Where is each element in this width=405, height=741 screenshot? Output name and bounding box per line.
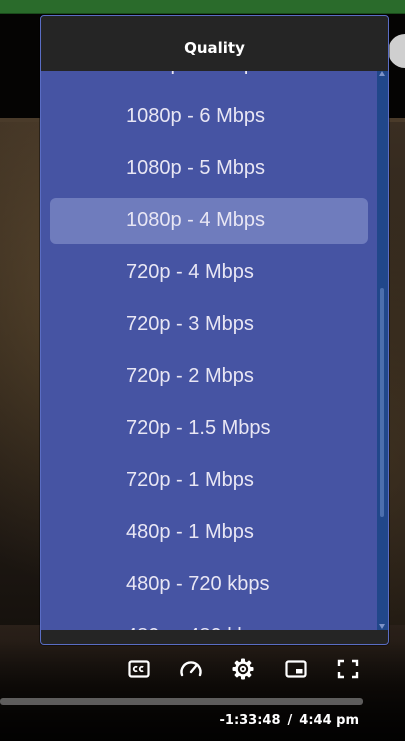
quality-option[interactable]: 720p - 4 Mbps xyxy=(41,246,377,298)
quality-option-label: 1080p - 6 Mbps xyxy=(126,104,265,127)
time-remaining: -1:33:48 xyxy=(219,713,281,728)
scroll-down-arrow-icon[interactable] xyxy=(379,624,385,629)
quality-menu: Quality 1080p - 6 Mbps 1080p - 6 Mbps 10… xyxy=(40,15,389,645)
quality-menu-footer xyxy=(41,630,388,644)
quality-option-label: 480p - 720 kbps xyxy=(126,572,270,595)
quality-option[interactable]: 1080p - 5 Mbps xyxy=(41,142,377,194)
picture-in-picture-icon xyxy=(285,660,307,678)
clock-time: 4:44 pm xyxy=(299,713,359,728)
picture-in-picture-button[interactable] xyxy=(283,658,309,680)
scrollbar-thumb[interactable] xyxy=(380,288,384,517)
quality-option-label: 720p - 3 Mbps xyxy=(126,312,254,335)
quality-option-label: 1080p - 4 Mbps xyxy=(126,208,265,231)
quality-menu-header: Quality xyxy=(41,16,388,71)
player-controls xyxy=(0,650,405,690)
quality-option-label: 480p - 1 Mbps xyxy=(126,520,254,543)
quality-option[interactable]: 720p - 1.5 Mbps xyxy=(41,402,377,454)
quality-option[interactable]: 480p - 720 kbps xyxy=(41,558,377,610)
quality-option-label: 720p - 4 Mbps xyxy=(126,260,254,283)
quality-option-label: 1080p - 5 Mbps xyxy=(126,156,265,179)
browser-top-bar xyxy=(0,0,405,14)
quality-option-label: 720p - 2 Mbps xyxy=(126,364,254,387)
playback-speed-icon xyxy=(180,661,202,677)
scroll-up-arrow-icon[interactable] xyxy=(379,71,385,76)
quality-scrollbar[interactable] xyxy=(377,71,388,632)
quality-option[interactable]: 720p - 2 Mbps xyxy=(41,350,377,402)
quality-option[interactable]: 480p - 1 Mbps xyxy=(41,506,377,558)
quality-menu-title: Quality xyxy=(184,39,245,57)
quality-option[interactable]: 1080p - 6 Mbps xyxy=(41,90,377,142)
quality-option-selected[interactable]: 1080p - 4 Mbps xyxy=(41,194,377,246)
settings-gear-icon xyxy=(232,658,254,680)
playback-speed-button[interactable] xyxy=(178,658,204,680)
closed-captions-icon xyxy=(128,660,150,678)
quality-option[interactable]: 720p - 3 Mbps xyxy=(41,298,377,350)
time-separator: / xyxy=(287,713,293,728)
quality-list: 1080p - 6 Mbps 1080p - 6 Mbps 1080p - 5 … xyxy=(41,38,377,644)
fullscreen-button[interactable] xyxy=(335,658,361,680)
seek-bar[interactable] xyxy=(0,698,363,705)
settings-button[interactable] xyxy=(230,658,256,680)
quality-option-label: 720p - 1 Mbps xyxy=(126,468,254,491)
quality-option[interactable]: 720p - 1 Mbps xyxy=(41,454,377,506)
closed-captions-button[interactable] xyxy=(126,658,152,680)
quality-option-label: 720p - 1.5 Mbps xyxy=(126,416,271,439)
time-display: -1:33:48 / 4:44 pm xyxy=(220,713,360,728)
fullscreen-icon xyxy=(337,659,359,679)
